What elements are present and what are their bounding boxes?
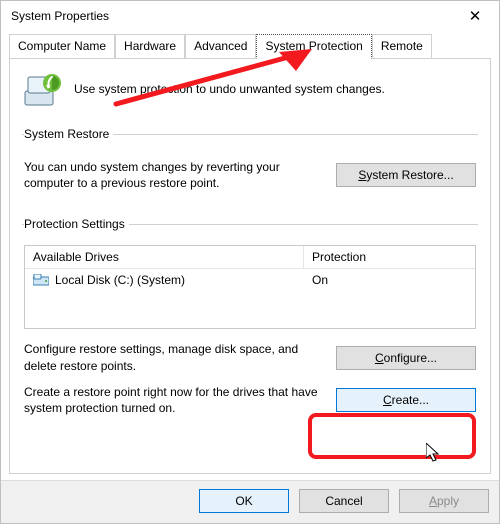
ok-button[interactable]: OK — [199, 489, 289, 513]
tab-remote[interactable]: Remote — [372, 34, 432, 59]
configure-button[interactable]: Configure... — [336, 346, 476, 370]
group-system-restore: System Restore You can undo system chang… — [22, 127, 478, 201]
cancel-button[interactable]: Cancel — [299, 489, 389, 513]
intro-row: Use system protection to undo unwanted s… — [22, 69, 478, 109]
tab-hardware[interactable]: Hardware — [115, 34, 185, 59]
drive-protection-value: On — [304, 269, 475, 291]
create-text: Create a restore point right now for the… — [24, 384, 322, 416]
window-title: System Properties — [11, 9, 109, 23]
system-restore-text: You can undo system changes by reverting… — [24, 159, 322, 191]
close-icon: ✕ — [469, 7, 482, 25]
drive-icon — [33, 274, 49, 286]
titlebar: System Properties ✕ — [1, 1, 499, 31]
tab-advanced[interactable]: Advanced — [185, 34, 256, 59]
drive-row[interactable]: Local Disk (C:) (System) On — [25, 269, 475, 291]
legend-system-restore: System Restore — [24, 127, 113, 141]
configure-text: Configure restore settings, manage disk … — [24, 341, 322, 373]
col-protection: Protection — [304, 246, 475, 268]
col-available-drives: Available Drives — [25, 246, 304, 268]
create-button[interactable]: Create... — [336, 388, 476, 412]
drives-header: Available Drives Protection — [25, 246, 475, 269]
system-restore-button[interactable]: System Restore... — [336, 163, 476, 187]
system-properties-window: System Properties ✕ Computer Name Hardwa… — [0, 0, 500, 524]
tab-strip: Computer Name Hardware Advanced System P… — [1, 33, 499, 58]
drives-list[interactable]: Available Drives Protection Local Disk (… — [24, 245, 476, 329]
group-protection-settings: Protection Settings Available Drives Pro… — [22, 217, 478, 418]
cursor-icon — [426, 443, 444, 463]
intro-text: Use system protection to undo unwanted s… — [74, 82, 385, 96]
apply-button[interactable]: Apply — [399, 489, 489, 513]
tab-system-protection[interactable]: System Protection — [256, 34, 371, 59]
tab-panel-system-protection: Use system protection to undo unwanted s… — [9, 58, 491, 474]
dialog-button-row: OK Cancel Apply — [1, 480, 499, 523]
close-button[interactable]: ✕ — [453, 2, 497, 30]
protection-shield-icon — [22, 69, 62, 109]
drive-name: Local Disk (C:) (System) — [55, 273, 185, 287]
tab-computer-name[interactable]: Computer Name — [9, 34, 115, 59]
annotation-create-highlight — [308, 413, 476, 459]
legend-protection-settings: Protection Settings — [24, 217, 129, 231]
